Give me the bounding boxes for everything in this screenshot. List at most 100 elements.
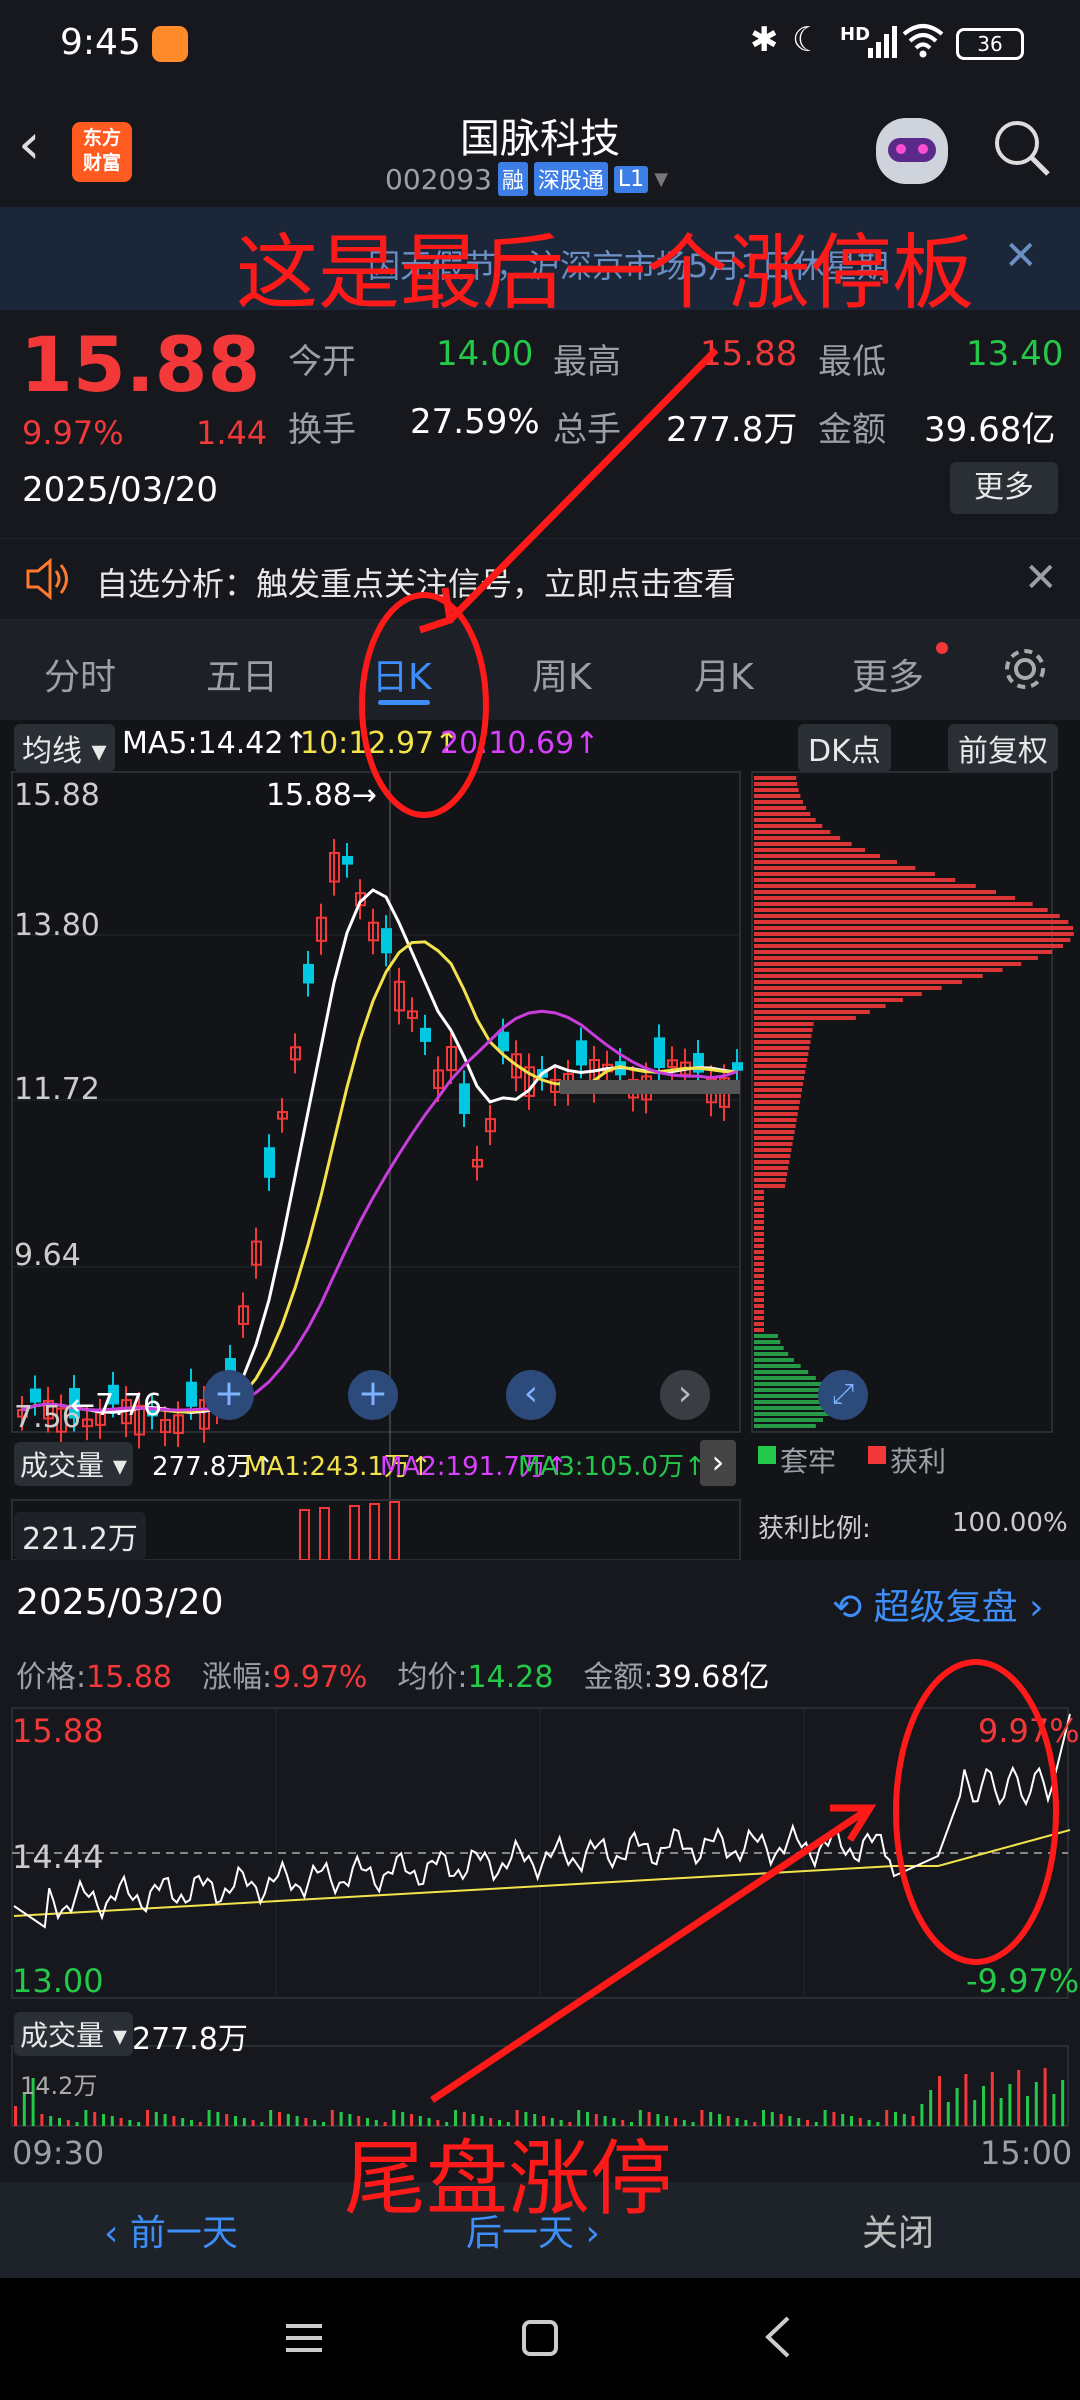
chip-bar: [754, 818, 816, 822]
settings-gear-icon[interactable]: [1000, 644, 1050, 698]
price-label: 价格:: [16, 1660, 87, 1695]
indicator-select[interactable]: 均线 ▾: [14, 724, 115, 772]
chip-bar: [754, 842, 852, 846]
intraday-volume-select[interactable]: 成交量 ▾: [14, 2012, 133, 2056]
intraday-volume-bar: [797, 2118, 801, 2126]
tab-monthly-k[interactable]: 月K: [694, 648, 754, 700]
intraday-volume-bar: [876, 2122, 880, 2126]
intraday-volume-bar: [894, 2112, 897, 2126]
intraday-volume-bar: [295, 2116, 299, 2126]
search-icon[interactable]: [990, 116, 1054, 184]
intraday-svg[interactable]: [0, 1706, 1080, 2182]
chip-bar: [754, 1184, 786, 1188]
tab-weekly-k[interactable]: 周K: [532, 648, 592, 700]
bluetooth-icon: ✱: [750, 20, 779, 60]
chip-bar: [754, 986, 942, 990]
intraday-volume-bar: [128, 2120, 132, 2126]
intraday-vol-scale: 14.2万: [20, 2072, 98, 2100]
intraday-volume-bar: [154, 2112, 158, 2126]
volume-expand-arrow[interactable]: ›: [700, 1440, 736, 1486]
stat-label-high: 最高: [553, 342, 621, 382]
stock-code-row[interactable]: 002093 融 深股通 L1 ▼: [385, 162, 668, 196]
app-notification-icon: [152, 26, 188, 62]
zoom-in-button[interactable]: +: [204, 1370, 254, 1420]
super-replay-label: 超级复盘: [873, 1587, 1018, 1628]
intraday-volume-bar: [1061, 2080, 1065, 2126]
intraday-volume-bar: [1008, 2084, 1012, 2126]
system-nav-bar: [0, 2278, 1080, 2400]
chip-bar: [754, 1364, 801, 1368]
chip-bar: [754, 962, 1022, 966]
zoom-in-button-2[interactable]: +: [348, 1370, 398, 1420]
intraday-volume-bar: [102, 2114, 105, 2126]
intraday-volume-bar: [330, 2110, 334, 2126]
stat-value-turnover: 27.59%: [410, 402, 540, 442]
chip-bar: [754, 1250, 764, 1254]
chip-bar: [754, 794, 801, 798]
chip-bar: [754, 854, 881, 858]
close-button[interactable]: 关闭: [862, 2204, 934, 2256]
analysis-alert[interactable]: 自选分析：触发重点关注信号，立即点击查看 ✕: [0, 538, 1080, 620]
volume-indicator-select[interactable]: 成交量 ▾: [14, 1442, 133, 1486]
cost-band: [560, 1080, 740, 1094]
chip-bar: [754, 1340, 781, 1344]
low-marker-label: ←7.76: [70, 1388, 162, 1423]
tab-daily-k[interactable]: 日K: [372, 648, 432, 700]
volume-label: 成交量: [20, 1449, 105, 1482]
chip-bar: [754, 1286, 764, 1290]
intraday-volume-bar: [58, 2118, 61, 2126]
scroll-right-button[interactable]: ›: [660, 1370, 710, 1420]
intraday-volume-bar: [682, 2120, 686, 2126]
chip-bar: [754, 1154, 791, 1158]
chip-bar: [754, 866, 916, 870]
y-label-4: 9.64: [14, 1238, 81, 1273]
chip-bar: [754, 1214, 764, 1218]
dk-point-button[interactable]: DK点: [798, 724, 891, 772]
stat-label-volume: 总手: [553, 410, 621, 450]
intraday-volume-bar: [190, 2120, 193, 2126]
prev-day-button[interactable]: ‹ 前一天: [104, 2204, 238, 2256]
tab-more[interactable]: 更多: [852, 648, 924, 700]
candle-body: [381, 928, 392, 954]
more-button[interactable]: 更多: [950, 462, 1058, 514]
candle-body: [420, 1027, 431, 1042]
chip-bar: [754, 992, 922, 996]
chip-bar: [754, 1310, 764, 1314]
candle-body: [342, 856, 353, 865]
candle-body: [264, 1147, 275, 1178]
home-icon[interactable]: [520, 2318, 560, 2362]
banner-close-icon[interactable]: ✕: [1004, 233, 1038, 279]
chip-bar: [754, 1052, 809, 1056]
scroll-left-button[interactable]: ‹: [506, 1370, 556, 1420]
chip-bar: [754, 1178, 787, 1182]
intraday-volume-bar: [181, 2118, 185, 2126]
chip-bar: [754, 1166, 789, 1170]
time-end: 15:00: [980, 2134, 1073, 2172]
menu-icon[interactable]: [284, 2318, 324, 2362]
alert-close-icon[interactable]: ✕: [1024, 555, 1058, 601]
robot-assistant-icon[interactable]: [876, 118, 948, 184]
chip-bar: [754, 1034, 812, 1038]
intraday-y-top: 15.88: [12, 1712, 104, 1750]
tab-five-day[interactable]: 五日: [206, 648, 278, 700]
ma20-line: [21, 1009, 738, 1412]
expand-icon[interactable]: ⤢: [818, 1370, 868, 1420]
intraday-volume-bar: [304, 2118, 308, 2126]
candle-body: [186, 1381, 197, 1407]
candle-body: [498, 1031, 509, 1052]
tab-intraday[interactable]: 分时: [44, 648, 116, 700]
chip-bar: [754, 1328, 764, 1332]
candle-body: [732, 1062, 743, 1071]
intraday-volume-bar: [110, 2116, 114, 2126]
tag-connect: 深股通: [533, 162, 608, 196]
intraday-volume-bar: [234, 2116, 237, 2126]
intraday-volume-bar: [146, 2110, 149, 2126]
system-back-icon[interactable]: [758, 2314, 798, 2364]
intraday-y-mid: 14.44: [12, 1838, 104, 1876]
chip-bar: [754, 1262, 764, 1266]
ma5-line: [21, 888, 738, 1415]
wifi-icon: [902, 22, 944, 67]
adjust-price-button[interactable]: 前复权: [948, 724, 1058, 772]
super-replay-button[interactable]: ⟲ 超级复盘 ›: [832, 1578, 1043, 1630]
ma5-label: MA5:14.42↑: [122, 726, 309, 761]
